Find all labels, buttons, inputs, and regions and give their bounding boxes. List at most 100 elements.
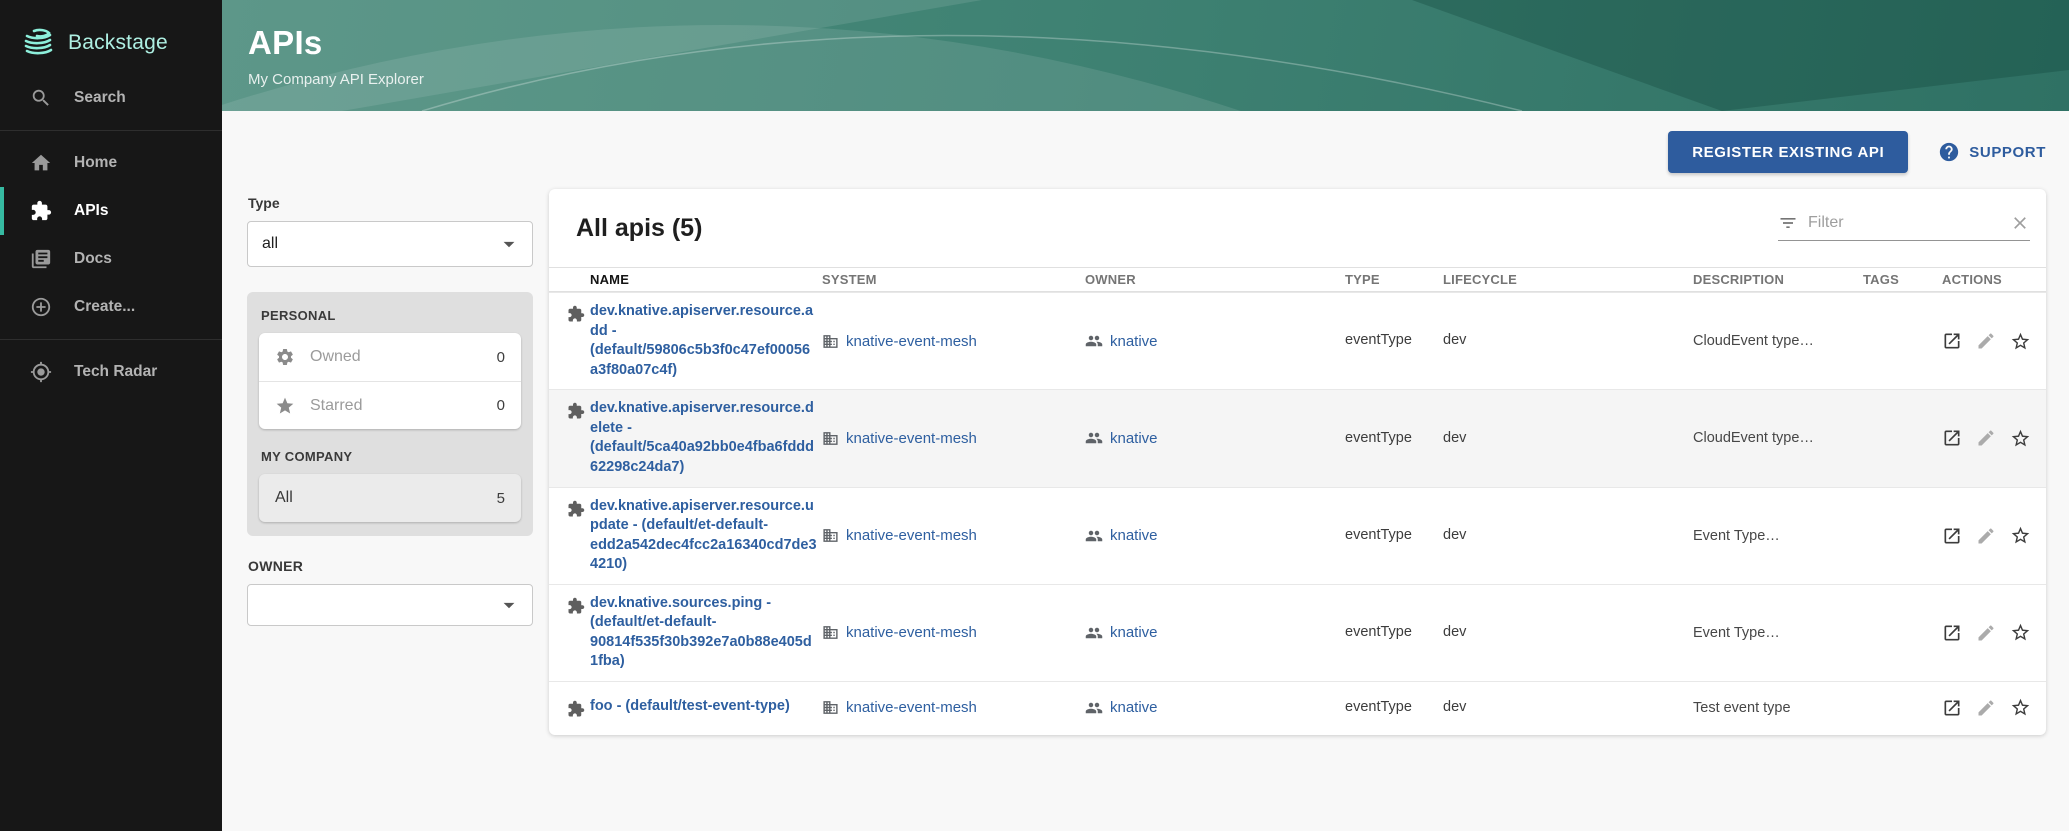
- owner-link[interactable]: knative: [1110, 699, 1158, 716]
- view-api-button[interactable]: [1942, 331, 1962, 351]
- column-header-system[interactable]: SYSTEM: [822, 272, 1085, 287]
- edit-pencil-icon: [1976, 428, 1996, 448]
- sidebar-item-apis[interactable]: APIs: [0, 187, 222, 235]
- owner-link[interactable]: knative: [1110, 624, 1158, 641]
- backstage-logo-icon: [22, 28, 56, 58]
- puzzle-icon: [567, 597, 585, 615]
- filter-funnel-icon: [1778, 213, 1798, 233]
- owner-link[interactable]: knative: [1110, 527, 1158, 544]
- star-outline-icon: [2010, 697, 2031, 718]
- sidebar-item-search[interactable]: Search: [0, 74, 222, 122]
- star-api-button[interactable]: [2010, 331, 2031, 352]
- column-header-owner[interactable]: OWNER: [1085, 272, 1345, 287]
- column-header-name[interactable]: NAME: [590, 272, 822, 287]
- table-row: dev.knative.apiserver.resource.update - …: [549, 487, 2046, 584]
- gear-icon: [275, 347, 295, 367]
- open-in-new-icon: [1942, 526, 1962, 546]
- api-name-link[interactable]: foo - (default/test-event-type): [590, 697, 790, 717]
- star-outline-icon: [2010, 428, 2031, 449]
- sidebar-item-home[interactable]: Home: [0, 139, 222, 187]
- star-outline-icon: [2010, 331, 2031, 352]
- owner-filter-select[interactable]: [247, 584, 533, 626]
- my-company-heading: MY COMPANY: [261, 449, 521, 464]
- type-filter-value: all: [262, 235, 278, 253]
- column-header-actions: ACTIONS: [1942, 272, 2020, 287]
- column-header-type[interactable]: TYPE: [1345, 272, 1443, 287]
- lifecycle-cell: dev: [1443, 698, 1693, 718]
- filter-item-label: All: [275, 489, 293, 507]
- sidebar-item-label: Tech Radar: [74, 363, 157, 381]
- column-header-tags[interactable]: TAGS: [1863, 272, 1942, 287]
- ownership-filter-panel: PERSONAL Owned 0: [247, 292, 533, 536]
- api-name-link[interactable]: dev.knative.sources.ping - (default/et-d…: [590, 594, 818, 672]
- system-link[interactable]: knative-event-mesh: [846, 430, 977, 447]
- sidebar-item-label: Docs: [74, 250, 112, 268]
- chevron-down-icon: [496, 231, 522, 257]
- owned-count: 0: [497, 349, 505, 366]
- view-api-button[interactable]: [1942, 698, 1962, 718]
- api-name-link[interactable]: dev.knative.apiserver.resource.add - (de…: [590, 302, 818, 380]
- view-api-button[interactable]: [1942, 623, 1962, 643]
- open-in-new-icon: [1942, 698, 1962, 718]
- star-api-button[interactable]: [2010, 525, 2031, 546]
- owner-link[interactable]: knative: [1110, 430, 1158, 447]
- sidebar-item-create[interactable]: Create...: [0, 283, 222, 331]
- clear-filter-icon[interactable]: [2010, 213, 2030, 233]
- table-filter-input[interactable]: [1808, 214, 2000, 232]
- system-link[interactable]: knative-event-mesh: [846, 527, 977, 544]
- sidebar-item-docs[interactable]: Docs: [0, 235, 222, 283]
- edit-pencil-icon: [1976, 526, 1996, 546]
- lifecycle-cell: dev: [1443, 623, 1693, 643]
- backstage-logo[interactable]: Backstage: [0, 18, 222, 74]
- table-row: foo - (default/test-event-type) knative-…: [549, 681, 2046, 733]
- edit-api-button[interactable]: [1976, 331, 1996, 351]
- table-header-row: NAME SYSTEM OWNER TYPE LIFECYCLE DESCRIP…: [549, 267, 2046, 292]
- edit-api-button[interactable]: [1976, 698, 1996, 718]
- puzzle-icon: [30, 200, 52, 222]
- sidebar-item-tech-radar[interactable]: Tech Radar: [0, 348, 222, 396]
- edit-pencil-icon: [1976, 698, 1996, 718]
- support-button[interactable]: SUPPORT: [1938, 141, 2046, 163]
- view-api-button[interactable]: [1942, 428, 1962, 448]
- api-name-link[interactable]: dev.knative.apiserver.resource.delete - …: [590, 399, 818, 477]
- filter-item-starred[interactable]: Starred 0: [259, 381, 521, 429]
- table-filter-field: [1778, 213, 2030, 241]
- view-api-button[interactable]: [1942, 526, 1962, 546]
- open-in-new-icon: [1942, 331, 1962, 351]
- filter-item-all[interactable]: All 5: [259, 474, 521, 522]
- system-link[interactable]: knative-event-mesh: [846, 624, 977, 641]
- filter-item-owned[interactable]: Owned 0: [259, 333, 521, 381]
- edit-api-button[interactable]: [1976, 623, 1996, 643]
- api-name-link[interactable]: dev.knative.apiserver.resource.update - …: [590, 497, 818, 575]
- help-icon: [1938, 141, 1960, 163]
- group-icon: [1085, 527, 1103, 545]
- column-header-lifecycle[interactable]: LIFECYCLE: [1443, 272, 1693, 287]
- type-filter-select[interactable]: all: [247, 221, 533, 267]
- edit-api-button[interactable]: [1976, 428, 1996, 448]
- radar-icon: [30, 361, 52, 383]
- star-api-button[interactable]: [2010, 428, 2031, 449]
- owner-link[interactable]: knative: [1110, 333, 1158, 350]
- open-in-new-icon: [1942, 623, 1962, 643]
- building-icon: [822, 699, 839, 716]
- type-cell: eventType: [1345, 331, 1412, 351]
- system-link[interactable]: knative-event-mesh: [846, 699, 977, 716]
- lifecycle-cell: dev: [1443, 331, 1693, 351]
- description-cell: Test event type: [1693, 700, 1863, 716]
- open-in-new-icon: [1942, 428, 1962, 448]
- filter-item-label: Starred: [310, 397, 362, 415]
- edit-api-button[interactable]: [1976, 526, 1996, 546]
- register-existing-api-button[interactable]: REGISTER EXISTING API: [1668, 131, 1908, 173]
- puzzle-icon: [567, 402, 585, 420]
- column-header-description[interactable]: DESCRIPTION: [1693, 272, 1863, 287]
- building-icon: [822, 333, 839, 350]
- table-row: dev.knative.apiserver.resource.delete - …: [549, 389, 2046, 486]
- group-icon: [1085, 624, 1103, 642]
- system-link[interactable]: knative-event-mesh: [846, 333, 977, 350]
- star-api-button[interactable]: [2010, 622, 2031, 643]
- description-cell: Event Type…: [1693, 625, 1863, 641]
- sidebar-item-label: Home: [74, 154, 117, 172]
- star-api-button[interactable]: [2010, 697, 2031, 718]
- filter-item-label: Owned: [310, 348, 361, 366]
- sidebar: Backstage Search Home APIs Docs Create..…: [0, 0, 222, 831]
